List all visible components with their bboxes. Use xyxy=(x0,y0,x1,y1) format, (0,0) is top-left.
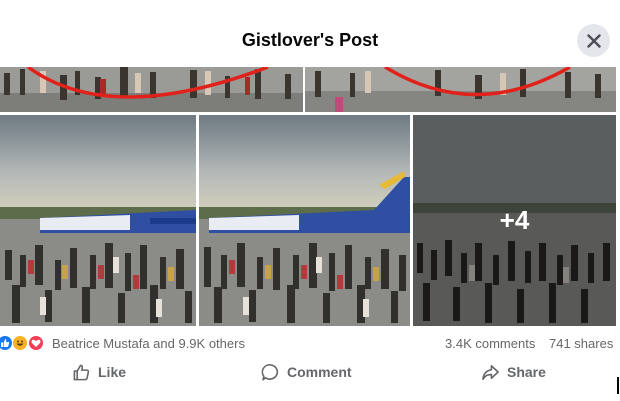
comment-button[interactable]: Comment xyxy=(261,358,352,386)
post-photo-3[interactable] xyxy=(0,115,196,326)
post-actions: Like Comment Share xyxy=(0,358,620,386)
post-photo-2[interactable] xyxy=(305,67,616,112)
post-header: Gistlover's Post xyxy=(0,0,620,66)
comments-count[interactable]: 3.4K comments xyxy=(445,336,535,351)
post-photo-4[interactable] xyxy=(199,115,410,326)
photo-2-image xyxy=(305,67,616,112)
close-button[interactable] xyxy=(577,24,610,57)
comment-label: Comment xyxy=(287,364,352,380)
photo-4-image xyxy=(199,115,410,326)
haha-reaction-icon xyxy=(12,335,28,351)
more-photos-count: +4 xyxy=(499,205,530,235)
share-label: Share xyxy=(507,364,546,380)
post-photo-1[interactable] xyxy=(0,67,303,112)
like-reaction-icon xyxy=(0,335,13,351)
like-label: Like xyxy=(98,364,127,380)
like-button[interactable]: Like xyxy=(72,358,126,386)
share-button[interactable]: Share xyxy=(481,358,546,386)
more-photos-overlay[interactable]: +4 xyxy=(413,115,616,326)
post-title: Gistlover's Post xyxy=(241,30,379,50)
reaction-icons[interactable] xyxy=(0,334,50,352)
photo-3-image xyxy=(0,115,196,326)
comment-icon xyxy=(261,363,279,381)
shares-count[interactable]: 741 shares xyxy=(549,336,613,351)
post-stats: Beatrice Mustafa and 9.9K others 3.4K co… xyxy=(0,333,620,353)
love-reaction-icon xyxy=(28,335,44,351)
photo-1-image xyxy=(0,67,303,112)
post-photo-5[interactable]: +4 xyxy=(413,115,616,326)
reactor-summary[interactable]: Beatrice Mustafa and 9.9K others xyxy=(52,336,245,351)
text-cursor xyxy=(617,377,619,394)
share-icon xyxy=(482,364,499,380)
thumbs-up-icon xyxy=(73,364,90,380)
close-icon xyxy=(586,33,601,48)
